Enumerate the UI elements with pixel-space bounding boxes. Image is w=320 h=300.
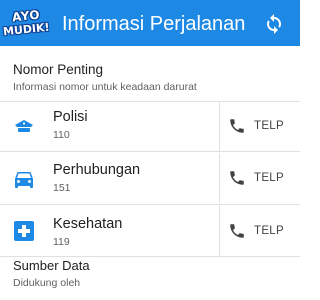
contact-row-kesehatan: Kesehatan 119 TELP	[0, 206, 300, 256]
contact-number: 110	[53, 129, 70, 141]
phone-icon	[230, 119, 244, 133]
refresh-icon[interactable]	[262, 11, 286, 35]
contact-number: 151	[53, 182, 71, 194]
page-title: Informasi Perjalanan	[62, 13, 246, 35]
contact-name: Polisi	[53, 109, 88, 125]
logo-line-2: MUDIK!	[2, 20, 50, 39]
call-label: TELP	[254, 225, 284, 237]
call-label: TELP	[254, 120, 284, 132]
column-divider	[219, 206, 220, 256]
ayo-mudik-logo: AYO MUDIK!	[2, 6, 50, 40]
police-hat-icon	[12, 114, 36, 138]
source-subtitle: Didukung oleh	[13, 277, 81, 289]
car-icon	[12, 167, 36, 191]
section-header: Nomor Penting Informasi nomor untuk kead…	[0, 56, 300, 102]
column-divider	[219, 153, 220, 203]
contact-name: Kesehatan	[53, 216, 123, 232]
contact-row-polisi: Polisi 110 TELP	[0, 101, 300, 151]
divider	[0, 204, 300, 205]
call-button-perhubungan[interactable]: TELP	[222, 153, 298, 203]
contact-row-perhubungan: Perhubungan 151 TELP	[0, 153, 300, 203]
source-title: Sumber Data	[13, 258, 90, 273]
section-subtitle: Informasi nomor untuk keadaan darurat	[13, 81, 197, 93]
contact-name: Perhubungan	[53, 162, 141, 178]
phone-icon	[230, 224, 244, 238]
contact-number: 119	[53, 236, 70, 248]
column-divider	[219, 101, 220, 151]
divider	[0, 256, 300, 257]
phone-icon	[230, 171, 244, 185]
app-bar: AYO MUDIK! Informasi Perjalanan	[0, 0, 300, 46]
medical-cross-icon	[12, 219, 36, 243]
call-label: TELP	[254, 172, 284, 184]
call-button-polisi[interactable]: TELP	[222, 101, 298, 151]
call-button-kesehatan[interactable]: TELP	[222, 206, 298, 256]
divider	[0, 151, 300, 152]
section-title: Nomor Penting	[13, 62, 104, 77]
